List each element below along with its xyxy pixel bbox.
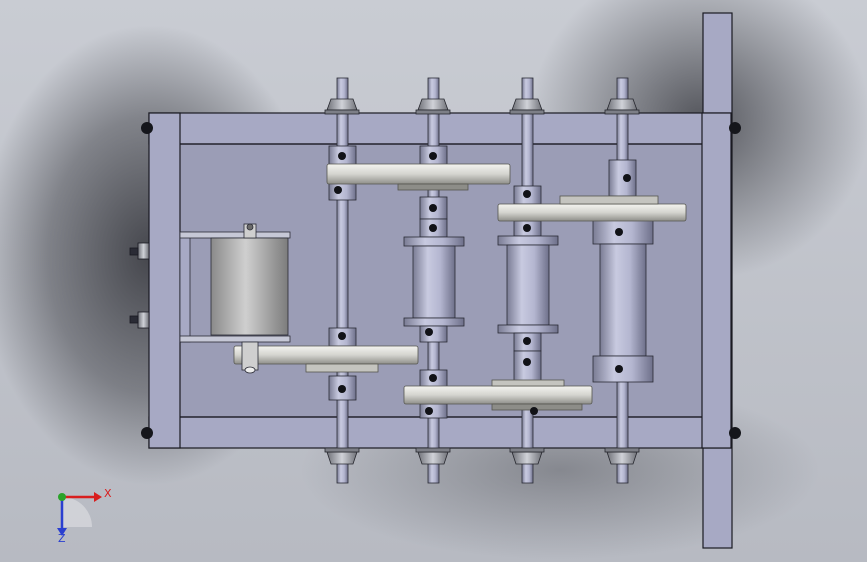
frame-left <box>148 112 181 449</box>
pulley-motor-belt <box>233 345 419 365</box>
motor-mount-bracket <box>179 231 191 343</box>
shaft-1 <box>336 77 349 484</box>
assembly-view: X Z <box>0 0 867 562</box>
pulley-upper-right <box>497 203 687 222</box>
motor-body <box>210 237 289 336</box>
axis-z-label: Z <box>58 532 66 545</box>
frame-bottom <box>148 416 732 449</box>
pulley-lower-belt <box>403 385 593 405</box>
frame-right <box>701 112 732 449</box>
pulley-upper-belt <box>326 163 511 185</box>
axis-x-label: X <box>104 487 112 500</box>
cad-viewport[interactable]: X Z <box>0 0 867 562</box>
frame-top <box>148 112 732 145</box>
